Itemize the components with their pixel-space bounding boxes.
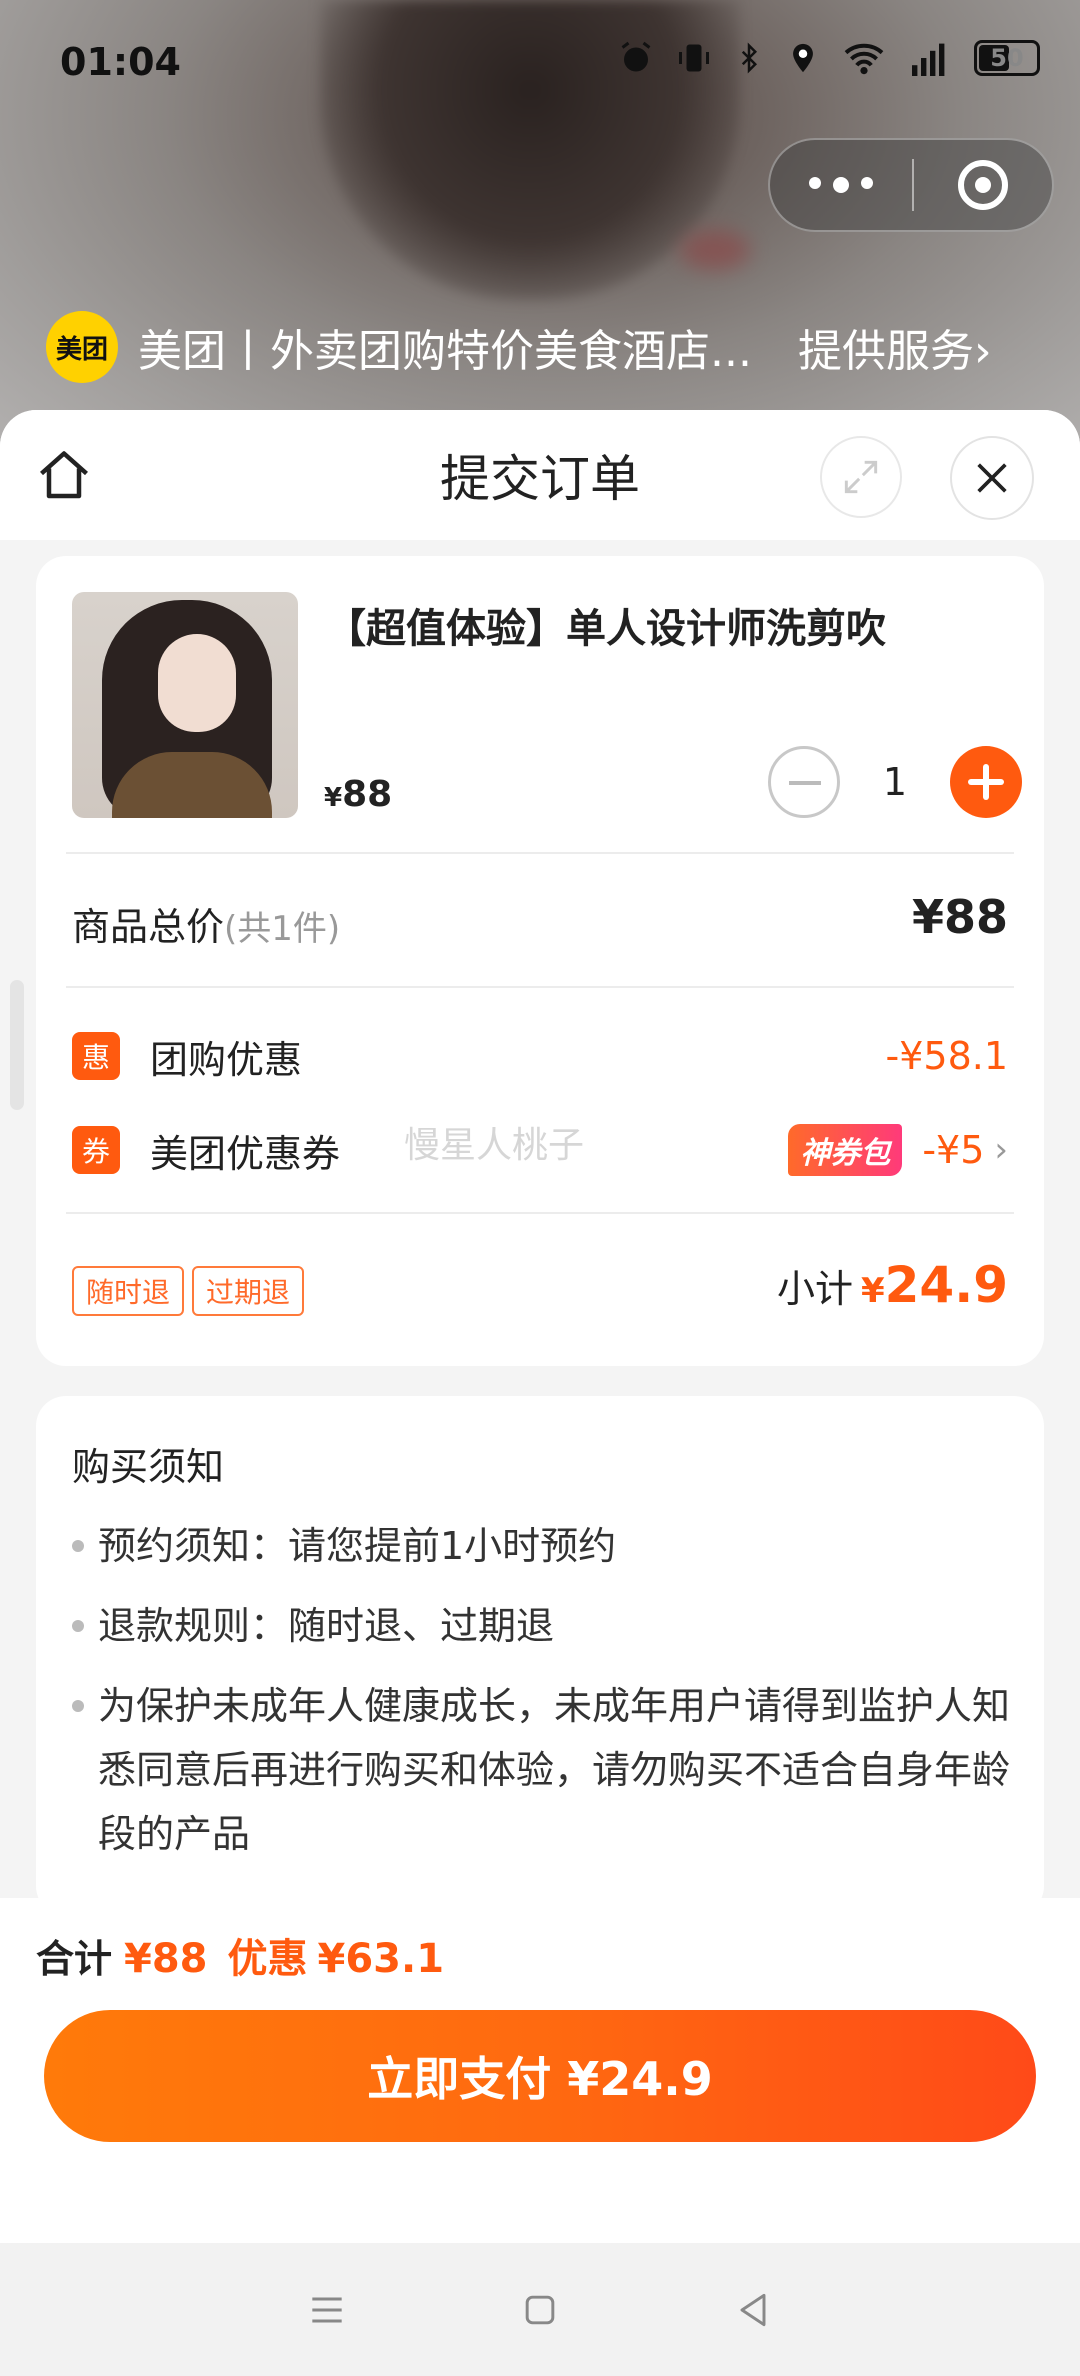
sheet-header: 提交订单 xyxy=(0,410,1080,540)
menu-icon[interactable] xyxy=(305,2288,349,2332)
group-discount-row: 惠 团购优惠 -¥58.1 xyxy=(72,1026,1008,1086)
footer-summary: 合计 ¥88 优惠 ¥63.1 xyxy=(36,1926,464,1984)
battery-icon: 50 xyxy=(974,40,1040,76)
background-blur-detail xyxy=(680,230,750,270)
notice-item: 预约须知：请您提前1小时预约 xyxy=(72,1514,1012,1578)
page-title: 提交订单 xyxy=(440,450,640,508)
meituan-logo: 美团 xyxy=(46,311,118,383)
location-icon xyxy=(793,43,813,73)
miniprogram-bar[interactable]: 美团 美团丨外卖团购特价美食酒店... 提供服务› xyxy=(46,310,1036,384)
signal-icon xyxy=(912,43,945,76)
footer-total-value: ¥88 xyxy=(124,1936,208,1982)
coupon-label: 美团优惠券 xyxy=(150,1131,341,1176)
discount-value: -¥58.1 xyxy=(885,1034,1009,1078)
discount-label: 团购优惠 xyxy=(150,1037,303,1082)
chevron-right-icon: › xyxy=(994,1130,1008,1170)
close-button[interactable] xyxy=(950,436,1034,520)
purchase-notice-card: 购买须知 预约须知：请您提前1小时预约 退款规则：随时退、过期退 为保护未成年人… xyxy=(36,1396,1044,1916)
home-icon[interactable] xyxy=(34,446,94,506)
service-label: 提供服务 xyxy=(798,326,974,377)
quantity-value: 1 xyxy=(882,760,908,804)
quantity-stepper: 1 xyxy=(768,746,1022,818)
order-card: 【超值体验】单人设计师洗剪吹 ¥88 1 商品总价(共1件) ¥88 惠 团购优… xyxy=(36,556,1044,1366)
expand-icon xyxy=(844,460,878,494)
status-bar: 01:04 50 xyxy=(0,0,1080,130)
square-icon[interactable] xyxy=(518,2288,562,2332)
expiry-refund-tag: 过期退 xyxy=(192,1266,305,1316)
pay-now-button[interactable]: 立即支付 ¥24.9 xyxy=(44,2010,1036,2142)
notice-item: 为保护未成年人健康成长，未成年用户请得到监护人知悉同意后再进行购买和体验，请勿购… xyxy=(72,1674,1012,1866)
more-dots-icon[interactable] xyxy=(770,177,912,193)
plus-button[interactable] xyxy=(950,746,1022,818)
vibrate-icon xyxy=(679,44,709,72)
notice-title: 购买须知 xyxy=(72,1445,225,1489)
expand-button[interactable] xyxy=(820,436,902,518)
discount-icon: 惠 xyxy=(72,1032,120,1080)
coupon-icon: 券 xyxy=(72,1126,120,1174)
product-name: 【超值体验】单人设计师洗剪吹 xyxy=(326,606,886,652)
refund-tag: 随时退 xyxy=(72,1266,185,1316)
footer-total-label: 合计 xyxy=(36,1937,113,1981)
status-icons: 50 xyxy=(618,40,1040,76)
back-icon[interactable] xyxy=(731,2288,775,2332)
service-link[interactable]: 提供服务› xyxy=(798,315,992,379)
total-price-value: ¥88 xyxy=(911,890,1008,944)
footer-discount-label: 优惠 xyxy=(227,1936,308,1982)
product-price: ¥88 xyxy=(324,774,393,815)
subtotal-value: ¥24.9 xyxy=(860,1256,1008,1314)
miniprogram-capsule xyxy=(768,138,1054,232)
product-thumbnail xyxy=(72,592,298,818)
minus-button[interactable] xyxy=(768,746,840,818)
total-price-label: 商品总价(共1件) xyxy=(72,905,341,949)
subtotal-label: 小计 xyxy=(776,1267,853,1311)
watermark: 慢星人桃子 xyxy=(404,1125,585,1166)
footer-discount-value: ¥63.1 xyxy=(317,1936,445,1982)
close-icon xyxy=(977,463,1007,493)
divider xyxy=(66,852,1014,854)
bluetooth-icon xyxy=(741,42,758,74)
divider xyxy=(66,1212,1014,1214)
divider xyxy=(66,986,1014,988)
record-icon[interactable] xyxy=(914,160,1052,210)
checkout-bar: 合计 ¥88 优惠 ¥63.1 立即支付 ¥24.9 xyxy=(0,1898,1080,2243)
miniprogram-title: 美团丨外卖团购特价美食酒店... xyxy=(138,326,752,377)
subtotal: 小计 ¥24.9 xyxy=(777,1256,1008,1314)
status-time: 01:04 xyxy=(60,40,181,84)
wifi-icon xyxy=(844,43,884,75)
chevron-right-icon: › xyxy=(974,326,992,377)
coupon-pack-badge: 神券包 xyxy=(788,1124,903,1176)
scroll-indicator[interactable] xyxy=(10,980,24,1110)
notice-item: 退款规则：随时退、过期退 xyxy=(72,1594,1012,1658)
alarm-icon xyxy=(621,41,651,72)
battery-level: 50 xyxy=(990,44,1024,72)
coupon-value: -¥5 xyxy=(922,1128,985,1172)
system-navbar xyxy=(0,2243,1080,2376)
